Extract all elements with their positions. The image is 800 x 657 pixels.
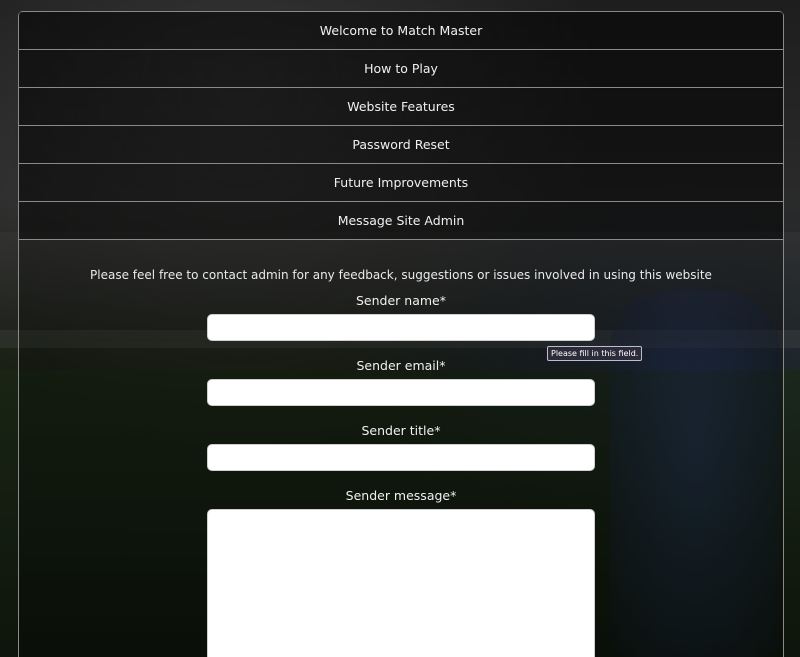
sender-email-input[interactable] — [207, 379, 595, 406]
sender-message-label: Sender message* — [345, 488, 457, 503]
accordion-item-label: Password Reset — [352, 137, 450, 152]
sender-title-input[interactable] — [207, 444, 595, 471]
help-accordion: Welcome to Match Master How to Play Webs… — [18, 11, 784, 657]
accordion-item-label: Welcome to Match Master — [319, 23, 483, 38]
contact-form: Please feel free to contact admin for an… — [19, 240, 783, 657]
accordion-item-website-features[interactable]: Website Features — [19, 88, 783, 126]
sender-name-input[interactable] — [207, 314, 595, 341]
sender-email-label: Sender email* — [356, 358, 446, 373]
sender-title-label: Sender title* — [361, 423, 441, 438]
sender-message-textarea[interactable] — [207, 509, 595, 657]
accordion-item-label: Message Site Admin — [337, 213, 465, 228]
sender-name-label: Sender name* — [356, 293, 446, 308]
accordion-item-welcome[interactable]: Welcome to Match Master — [19, 12, 783, 50]
validation-tooltip: Please fill in this field. — [547, 346, 643, 361]
accordion-item-password-reset[interactable]: Password Reset — [19, 126, 783, 164]
accordion-item-label: Future Improvements — [333, 175, 469, 190]
accordion-item-message-site-admin[interactable]: Message Site Admin — [19, 202, 783, 240]
accordion-item-label: Website Features — [347, 99, 455, 114]
accordion-item-how-to-play[interactable]: How to Play — [19, 50, 783, 88]
contact-intro-text: Please feel free to contact admin for an… — [90, 268, 712, 282]
accordion-item-future-improvements[interactable]: Future Improvements — [19, 164, 783, 202]
accordion-item-label: How to Play — [364, 61, 438, 76]
